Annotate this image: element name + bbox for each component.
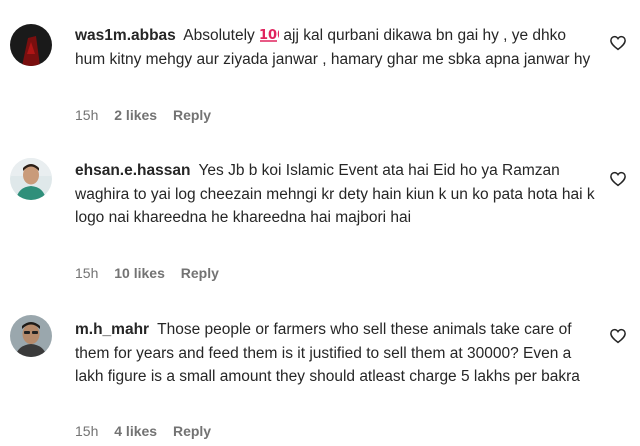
comment-meta: 15h 2 likes Reply (75, 107, 223, 123)
comment-time: 15h (75, 107, 99, 123)
comment-meta: 15h 10 likes Reply (75, 265, 231, 281)
comment-time: 15h (75, 423, 99, 439)
comment-time: 15h (75, 265, 99, 281)
comment-body: was1m.abbas Absolutely 100 ajj kal qurba… (75, 24, 595, 71)
avatar[interactable] (10, 315, 52, 357)
comment-meta: 15h 4 likes Reply (75, 423, 223, 439)
heart-icon[interactable] (609, 34, 627, 52)
reply-button[interactable]: Reply (173, 107, 211, 123)
heart-icon[interactable] (609, 327, 627, 345)
avatar[interactable] (10, 24, 52, 66)
comment-username[interactable]: was1m.abbas (75, 27, 176, 44)
comment-body: m.h_mahr Those people or farmers who sel… (75, 318, 595, 389)
heart-icon[interactable] (609, 170, 627, 188)
reply-button[interactable]: Reply (173, 423, 211, 439)
avatar[interactable] (10, 158, 52, 200)
comment-text: Those people or farmers who sell these a… (75, 321, 580, 386)
comment-text-prefix: Absolutely (183, 27, 255, 44)
comment-body: ehsan.e.hassan Yes Jb b koi Islamic Even… (75, 159, 595, 230)
likes-count[interactable]: 10 likes (114, 265, 165, 281)
comment-username[interactable]: m.h_mahr (75, 321, 149, 338)
hundred-points-icon: 100 (259, 25, 286, 43)
comment-username[interactable]: ehsan.e.hassan (75, 162, 190, 179)
likes-count[interactable]: 2 likes (114, 107, 157, 123)
reply-button[interactable]: Reply (181, 265, 219, 281)
likes-count[interactable]: 4 likes (114, 423, 157, 439)
